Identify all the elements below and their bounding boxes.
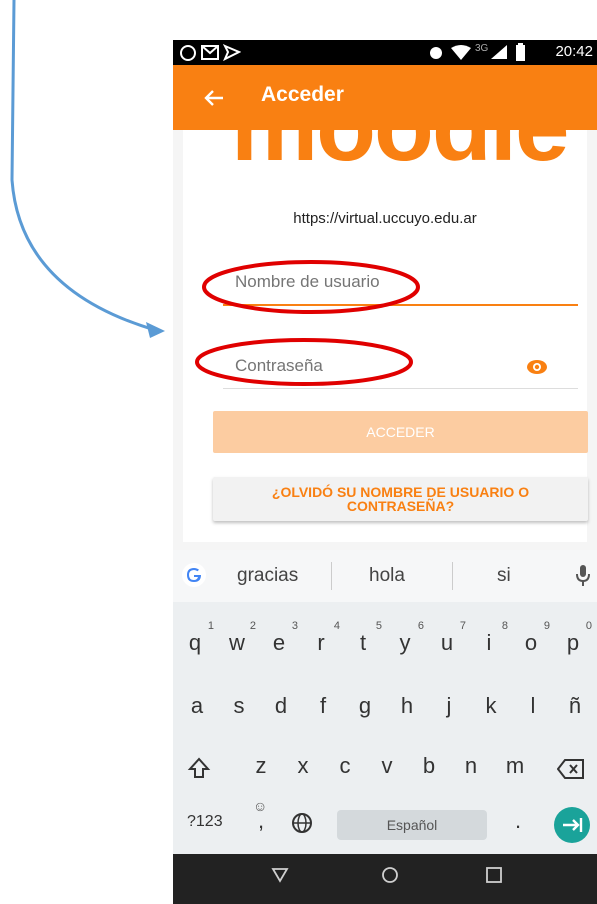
key-number-hint: 8 — [501, 620, 508, 632]
login-button[interactable]: ACCEDER — [213, 411, 588, 453]
recents-square-icon[interactable] — [485, 866, 503, 884]
enter-icon[interactable] — [553, 806, 591, 844]
key-m[interactable]: m — [498, 753, 532, 779]
suggestion-3[interactable]: si — [497, 565, 511, 587]
send-icon — [223, 44, 241, 61]
page-title: Acceder — [261, 83, 344, 106]
status-time: 20:42 — [555, 43, 593, 60]
arrow-left-icon[interactable] — [203, 87, 225, 109]
navigation-bar — [173, 854, 597, 904]
key-number-hint: 3 — [291, 620, 298, 632]
key-number-hint: 7 — [459, 620, 466, 632]
key-number-hint: 5 — [375, 620, 382, 632]
key-b[interactable]: b — [412, 753, 446, 779]
key-u[interactable]: u7 — [430, 620, 466, 656]
globe-icon[interactable] — [291, 812, 313, 834]
suggestion-divider — [452, 562, 453, 590]
key-l[interactable]: l — [516, 693, 550, 719]
key-label: r — [317, 630, 325, 655]
key-w[interactable]: w2 — [220, 620, 256, 656]
suggestion-2[interactable]: hola — [369, 565, 405, 587]
key-label: w — [229, 630, 245, 655]
symbols-key[interactable]: ?123 — [187, 813, 223, 831]
keyboard: gracias hola si q1w2e3r4t5y6u7i8o9p0 asd… — [173, 550, 597, 854]
status-bar: 3G 20:42 — [173, 40, 597, 65]
key-f[interactable]: f — [306, 693, 340, 719]
app-bar: Acceder — [173, 65, 597, 130]
comma-key[interactable]: , — [258, 808, 264, 834]
site-url: https://virtual.uccuyo.edu.ar — [293, 210, 477, 227]
network-type: 3G — [475, 43, 489, 54]
battery-icon — [516, 43, 525, 61]
annotation-arrow — [10, 0, 165, 338]
key-p[interactable]: p0 — [556, 620, 592, 656]
key-number-hint: 9 — [543, 620, 550, 632]
key-q[interactable]: q1 — [178, 620, 214, 656]
backspace-icon[interactable] — [557, 759, 585, 779]
key-v[interactable]: v — [370, 753, 404, 779]
key-t[interactable]: t5 — [346, 620, 382, 656]
period-key[interactable]: . — [515, 808, 521, 834]
key-label: q — [188, 630, 202, 655]
key-ñ[interactable]: ñ — [558, 693, 592, 719]
key-o[interactable]: o9 — [514, 620, 550, 656]
key-number-hint: 4 — [333, 620, 340, 632]
suggestion-bar: gracias hola si — [173, 550, 597, 602]
key-number-hint: 0 — [585, 620, 592, 632]
logo-clip: moodle — [183, 130, 587, 188]
key-e[interactable]: e3 — [262, 620, 298, 656]
key-c[interactable]: c — [328, 753, 362, 779]
key-y[interactable]: y6 — [388, 620, 425, 656]
key-label: y — [399, 630, 411, 655]
google-icon[interactable] — [181, 562, 207, 588]
annotation-ellipse-username — [202, 260, 420, 314]
key-n[interactable]: n — [454, 753, 488, 779]
key-h[interactable]: h — [390, 693, 424, 719]
signal-icon — [491, 45, 507, 59]
key-label: i — [486, 630, 492, 655]
key-label: u — [440, 630, 454, 655]
key-g[interactable]: g — [348, 693, 382, 719]
key-r[interactable]: r4 — [304, 620, 340, 656]
home-circle-icon[interactable] — [381, 866, 399, 884]
key-x[interactable]: x — [286, 753, 320, 779]
key-z[interactable]: z — [244, 753, 278, 779]
shift-icon[interactable] — [187, 756, 211, 780]
gmail-icon — [201, 45, 219, 60]
whatsapp-icon — [180, 45, 196, 61]
key-d[interactable]: d — [264, 693, 298, 719]
microphone-icon[interactable] — [575, 564, 591, 588]
eye-icon[interactable] — [526, 356, 548, 378]
key-number-hint: 2 — [249, 620, 256, 632]
suggestion-divider — [331, 562, 332, 590]
wifi-icon — [451, 45, 471, 60]
key-label: e — [272, 630, 286, 655]
key-i[interactable]: i8 — [472, 620, 508, 656]
alarm-icon — [430, 47, 442, 59]
key-number-hint: 6 — [417, 620, 424, 632]
key-label: p — [566, 630, 580, 655]
back-triangle-icon[interactable] — [271, 866, 289, 884]
key-a[interactable]: a — [180, 693, 214, 719]
key-s[interactable]: s — [222, 693, 256, 719]
key-label: t — [359, 630, 367, 655]
forgot-credentials-label: ¿OLVIDÓ SU NOMBRE DE USUARIO O CONTRASEÑ… — [271, 484, 530, 514]
suggestion-1[interactable]: gracias — [237, 565, 298, 587]
phone-screen: 3G 20:42 Acceder moodle https://virtual.… — [173, 40, 597, 904]
forgot-credentials-button[interactable]: ¿OLVIDÓ SU NOMBRE DE USUARIO O CONTRASEÑ… — [213, 477, 588, 521]
key-j[interactable]: j — [432, 693, 466, 719]
key-k[interactable]: k — [474, 693, 508, 719]
space-key-label: Español — [386, 817, 438, 833]
key-label: o — [524, 630, 538, 655]
space-key[interactable]: Español — [337, 810, 487, 840]
moodle-logo: moodle — [231, 130, 569, 183]
key-number-hint: 1 — [207, 620, 214, 632]
annotation-ellipse-password — [195, 338, 413, 386]
